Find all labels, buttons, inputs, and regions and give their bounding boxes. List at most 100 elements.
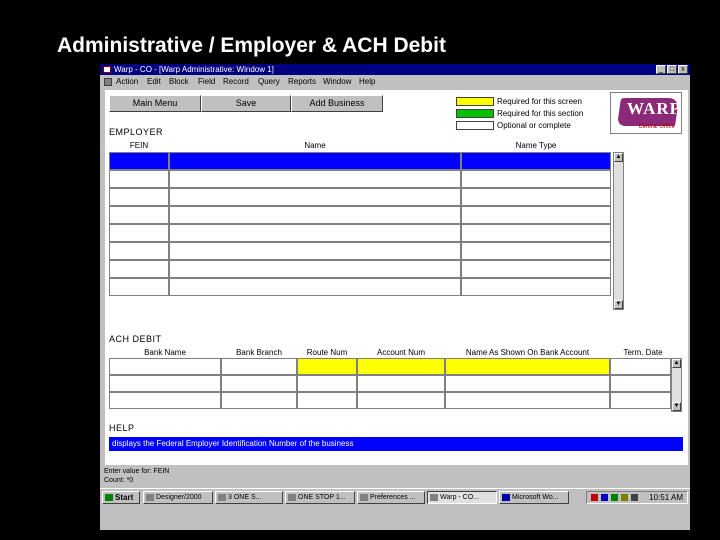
- name-field[interactable]: [169, 188, 461, 206]
- column-header-bank-branch: Bank Branch: [236, 348, 282, 357]
- task-designer[interactable]: Designer/2000: [143, 491, 213, 504]
- app-icon: [146, 494, 154, 501]
- route-num-field[interactable]: [297, 375, 357, 392]
- term-date-field[interactable]: [610, 358, 671, 375]
- menu-bar: Action Edit Block Field Record Query Rep…: [100, 76, 690, 88]
- name-field[interactable]: [169, 170, 461, 188]
- fein-field[interactable]: [109, 278, 169, 296]
- task-label: Microsoft Wo...: [512, 494, 559, 501]
- task-label: ONE STOP 1...: [298, 494, 346, 501]
- tray-icon[interactable]: [611, 494, 618, 501]
- fein-field[interactable]: [109, 260, 169, 278]
- name-field[interactable]: [169, 152, 461, 170]
- main-menu-button[interactable]: Main Menu: [109, 95, 201, 112]
- menu-reports[interactable]: Reports: [288, 76, 316, 88]
- column-header-name-on-account: Name As Shown On Bank Account: [465, 348, 590, 357]
- word-icon: [502, 494, 510, 501]
- menu-field[interactable]: Field: [198, 76, 215, 88]
- fein-field[interactable]: [109, 242, 169, 260]
- tray-icon[interactable]: [601, 494, 608, 501]
- scroll-up-icon[interactable]: ▲: [614, 153, 623, 162]
- account-num-field[interactable]: [357, 358, 445, 375]
- route-num-field[interactable]: [297, 392, 357, 409]
- name-type-field[interactable]: [461, 224, 611, 242]
- menu-query[interactable]: Query: [258, 76, 280, 88]
- fein-field[interactable]: [109, 152, 169, 170]
- menu-block[interactable]: Block: [169, 76, 189, 88]
- taskbar: Start Designer/2000 3 ONE S... ONE STOP …: [100, 488, 690, 505]
- menu-record[interactable]: Record: [223, 76, 249, 88]
- name-type-field[interactable]: [461, 188, 611, 206]
- name-type-field[interactable]: [461, 242, 611, 260]
- window-titlebar[interactable]: Warp - CO - [Warp Administrative: Window…: [100, 64, 690, 75]
- bank-branch-field[interactable]: [221, 392, 297, 409]
- ach-grid: [109, 358, 689, 418]
- name-field[interactable]: [169, 242, 461, 260]
- column-header-term-date: Term. Date: [623, 348, 663, 357]
- start-button[interactable]: Start: [102, 491, 140, 504]
- ach-scrollbar[interactable]: ▲ ▼: [671, 358, 682, 412]
- bank-name-field[interactable]: [109, 358, 221, 375]
- task-warp[interactable]: Warp - CO...: [427, 491, 497, 504]
- fein-field[interactable]: [109, 224, 169, 242]
- route-num-field[interactable]: [297, 358, 357, 375]
- speaker-icon[interactable]: [631, 494, 638, 501]
- fein-field[interactable]: [109, 170, 169, 188]
- windows-icon: [105, 494, 113, 501]
- name-field[interactable]: [169, 224, 461, 242]
- logo-text: WARP: [627, 99, 682, 118]
- document-icon[interactable]: [104, 78, 112, 86]
- name-field[interactable]: [169, 206, 461, 224]
- name-type-field[interactable]: [461, 206, 611, 224]
- ach-section-label: ACH DEBIT: [109, 334, 162, 344]
- menu-window[interactable]: Window: [323, 76, 351, 88]
- logo-subtitle: Central Office: [638, 124, 675, 130]
- bank-name-field[interactable]: [109, 375, 221, 392]
- help-section-label: HELP: [109, 423, 135, 433]
- column-header-name: Name: [304, 141, 326, 150]
- tray-icon[interactable]: [621, 494, 628, 501]
- name-type-field[interactable]: [461, 278, 611, 296]
- column-header-route-num: Route Num: [306, 348, 348, 357]
- task-microsoft-word[interactable]: Microsoft Wo...: [499, 491, 569, 504]
- bank-branch-field[interactable]: [221, 358, 297, 375]
- fein-field[interactable]: [109, 206, 169, 224]
- task-one-stop-3[interactable]: 3 ONE S...: [215, 491, 283, 504]
- menu-edit[interactable]: Edit: [147, 76, 161, 88]
- scroll-down-icon[interactable]: ▼: [614, 300, 623, 309]
- system-tray: 10:51 AM: [586, 491, 688, 504]
- task-preferences[interactable]: Preferences ...: [357, 491, 425, 504]
- name-type-field[interactable]: [461, 152, 611, 170]
- employer-grid: [109, 152, 629, 312]
- account-num-field[interactable]: [357, 392, 445, 409]
- warp-logo: WARP Central Office: [610, 92, 682, 134]
- name-field[interactable]: [169, 260, 461, 278]
- name-on-account-field[interactable]: [445, 392, 610, 409]
- close-button[interactable]: x: [678, 65, 688, 74]
- app-icon: [288, 494, 296, 501]
- fein-field[interactable]: [109, 188, 169, 206]
- minimize-button[interactable]: _: [656, 65, 666, 74]
- menu-action[interactable]: Action: [116, 76, 138, 88]
- term-date-field[interactable]: [610, 392, 671, 409]
- task-one-stop-1[interactable]: ONE STOP 1...: [285, 491, 355, 504]
- restore-button[interactable]: □: [667, 65, 677, 74]
- tray-icon[interactable]: [591, 494, 598, 501]
- status-line-2: Count: *0: [104, 477, 134, 484]
- scroll-down-icon[interactable]: ▼: [672, 402, 681, 411]
- scroll-up-icon[interactable]: ▲: [672, 359, 681, 368]
- employer-scrollbar[interactable]: ▲ ▼: [613, 152, 624, 310]
- name-type-field[interactable]: [461, 260, 611, 278]
- bank-name-field[interactable]: [109, 392, 221, 409]
- legend-swatch-yellow: [456, 97, 494, 106]
- name-type-field[interactable]: [461, 170, 611, 188]
- save-button[interactable]: Save: [201, 95, 291, 112]
- bank-branch-field[interactable]: [221, 375, 297, 392]
- menu-help[interactable]: Help: [359, 76, 375, 88]
- term-date-field[interactable]: [610, 375, 671, 392]
- name-field[interactable]: [169, 278, 461, 296]
- account-num-field[interactable]: [357, 375, 445, 392]
- name-on-account-field[interactable]: [445, 375, 610, 392]
- add-business-button[interactable]: Add Business: [291, 95, 383, 112]
- name-on-account-field[interactable]: [445, 358, 610, 375]
